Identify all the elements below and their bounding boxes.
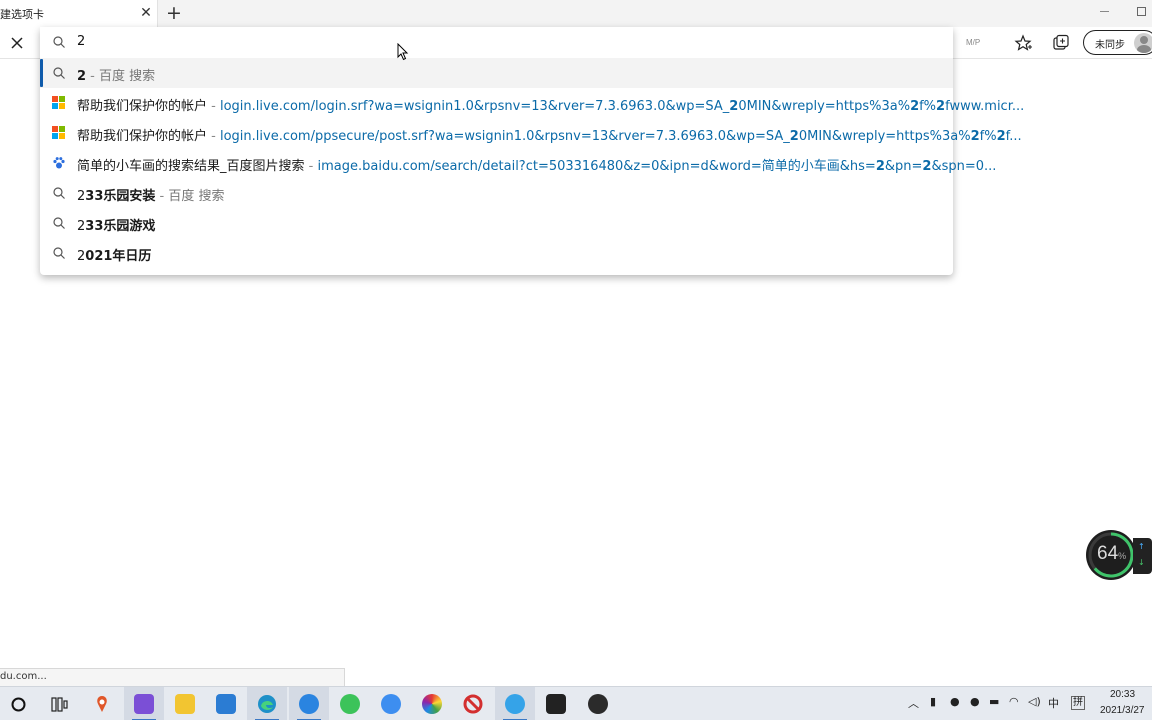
- mail-icon: [216, 694, 236, 714]
- link-status-bubble: du.com...: [0, 668, 345, 686]
- baidu-paw-icon: [53, 157, 65, 169]
- search-icon: [53, 187, 65, 199]
- tab-new-tab[interactable]: 建选项卡 ✕: [0, 0, 158, 27]
- clock-time[interactable]: 20:33: [1110, 689, 1135, 700]
- obs-icon: [588, 694, 608, 714]
- tray-ime-language[interactable]: 中: [1048, 695, 1059, 711]
- search-icon: [53, 247, 65, 259]
- selection-indicator: [40, 59, 43, 87]
- tray-mic-icon[interactable]: ▮: [930, 695, 936, 708]
- tray-qq-icon[interactable]: ●: [950, 695, 960, 708]
- extension-icon[interactable]: M/P: [966, 38, 980, 47]
- suggestion-item[interactable]: 帮助我们保护你的帐户 - login.live.com/login.srf?wa…: [40, 88, 1024, 118]
- suggestion-item[interactable]: 233乐园游戏: [40, 208, 953, 238]
- favorites-star-icon[interactable]: [1014, 33, 1034, 53]
- taskbar-app-edge[interactable]: [247, 687, 287, 720]
- address-input[interactable]: 2: [77, 34, 85, 49]
- suggestion-text: 2021年日历: [77, 249, 152, 264]
- tray-wifi-icon[interactable]: ◠: [1009, 695, 1019, 708]
- search-icon: [53, 217, 65, 229]
- edge-browser-icon: [257, 694, 277, 714]
- collections-icon[interactable]: [1051, 33, 1071, 53]
- taskbar: ︿ ▮ ● ● ▬ ◠ ◁) 中 拼 20:33 2021/3/27: [0, 686, 1152, 720]
- network-speed-panel: ↑ ↓: [1133, 538, 1152, 574]
- suggestion-item[interactable]: 简单的小车画的搜索结果_百度图片搜索 - image.baidu.com/sea…: [40, 148, 996, 178]
- taskbar-app-browser2[interactable]: [495, 687, 535, 720]
- minimize-button[interactable]: [1098, 3, 1112, 17]
- taskbar-app-explorer[interactable]: [165, 687, 205, 720]
- download-arrow-icon: ↓: [1138, 558, 1145, 567]
- new-tab-button[interactable]: +: [164, 3, 184, 23]
- address-bar-dropdown: 2 2 - 百度 搜索 帮助我们保护你的帐户 - login.live.com/…: [40, 27, 1024, 275]
- address-input-row[interactable]: 2: [40, 27, 953, 58]
- suggestion-text: 简单的小车画的搜索结果_百度图片搜索 - image.baidu.com/sea…: [77, 159, 997, 174]
- taskbar-app-colorwheel[interactable]: [412, 687, 452, 720]
- tray-overflow-chevron-icon[interactable]: ︿: [908, 695, 919, 711]
- browser-window: 建选项卡 ✕ + M/P 未同步 2 2 - 百度 搜索 帮助我们保护你的帐户 …: [0, 0, 1152, 720]
- file-explorer-icon: [175, 694, 195, 714]
- memory-usage-value: 64%: [1097, 543, 1127, 564]
- green-app-icon: [340, 694, 360, 714]
- video-editor-icon: [134, 694, 154, 714]
- taskbar-app-store[interactable]: [536, 687, 576, 720]
- store-bag-icon: [546, 694, 566, 714]
- color-wheel-icon: [422, 694, 442, 714]
- taskbar-app-blocked[interactable]: [453, 687, 493, 720]
- snipping-tool-icon: [92, 694, 112, 714]
- search-icon: [53, 67, 65, 79]
- taskbar-app-green[interactable]: [330, 687, 370, 720]
- profile-sync-button[interactable]: 未同步: [1083, 30, 1152, 55]
- performance-widget[interactable]: 64% ↑ ↓: [1086, 530, 1152, 580]
- suggestion-item[interactable]: 帮助我们保护你的帐户 - login.live.com/ppsecure/pos…: [40, 118, 1022, 148]
- memory-gauge: 64%: [1086, 530, 1136, 580]
- suggestion-item[interactable]: 233乐园安装 - 百度 搜索: [40, 178, 953, 208]
- upload-arrow-icon: ↑: [1138, 542, 1145, 551]
- status-url: du.com...: [0, 671, 47, 682]
- suggestion-text: 233乐园游戏: [77, 219, 156, 234]
- kugou-music-icon: [299, 694, 319, 714]
- clock-date[interactable]: 2021/3/27: [1100, 705, 1145, 716]
- suggestion-item[interactable]: 2021年日历: [40, 238, 953, 268]
- taskbar-app-blue[interactable]: [371, 687, 411, 720]
- suggestion-text: 2 - 百度 搜索: [77, 69, 156, 84]
- suggestion-text: 帮助我们保护你的帐户 - login.live.com/login.srf?wa…: [77, 99, 1025, 114]
- suggestion-text: 帮助我们保护你的帐户 - login.live.com/ppsecure/pos…: [77, 129, 1022, 144]
- suggestion-text: 233乐园安装 - 百度 搜索: [77, 189, 225, 204]
- taskbar-app-video[interactable]: [124, 687, 164, 720]
- mouse-cursor-icon: [397, 43, 409, 61]
- taskbar-app-snipping[interactable]: [82, 687, 122, 720]
- tray-qq2-icon[interactable]: ●: [970, 695, 980, 708]
- task-view-icon[interactable]: [51, 696, 69, 713]
- taskbar-app-mail[interactable]: [206, 687, 246, 720]
- prohibited-icon: [463, 694, 483, 714]
- taskbar-app-kugou[interactable]: [289, 687, 329, 720]
- sync-status-label: 未同步: [1095, 40, 1125, 51]
- search-icon: [53, 36, 65, 48]
- tray-battery-icon[interactable]: ▬: [989, 695, 999, 708]
- maximize-button[interactable]: [1137, 7, 1146, 16]
- blue-app-icon: [381, 694, 401, 714]
- avatar: [1134, 33, 1152, 53]
- tab-close-icon[interactable]: ✕: [139, 6, 153, 20]
- suggestion-item[interactable]: 2 - 百度 搜索: [40, 58, 953, 88]
- taskbar-app-obs[interactable]: [578, 687, 618, 720]
- microsoft-logo-icon: [52, 126, 66, 140]
- stop-loading-icon[interactable]: [7, 33, 27, 53]
- tab-title: 建选项卡: [0, 8, 44, 21]
- browser-icon: [505, 694, 525, 714]
- tray-ime-mode[interactable]: 拼: [1071, 696, 1085, 710]
- tray-volume-icon[interactable]: ◁): [1028, 695, 1041, 708]
- cortana-circle-icon[interactable]: [10, 696, 27, 713]
- microsoft-logo-icon: [52, 96, 66, 110]
- tab-strip: 建选项卡 ✕ +: [0, 0, 1152, 27]
